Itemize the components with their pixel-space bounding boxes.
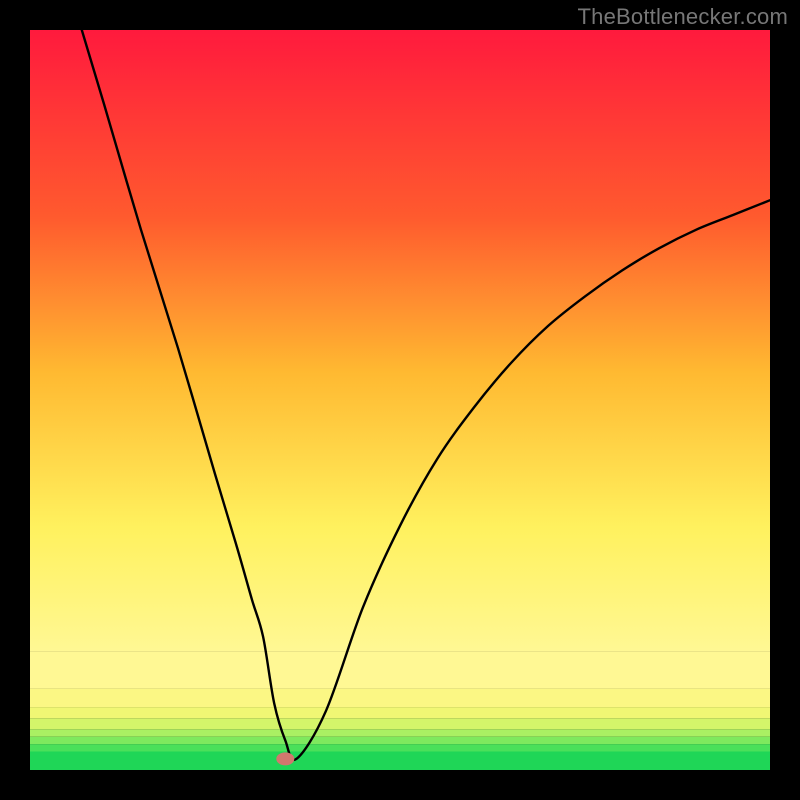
bg-band [30,652,770,689]
bg-band [30,718,770,729]
bg-band [30,729,770,736]
bg-band [30,707,770,718]
bg-band [30,744,770,751]
bg-band [30,737,770,744]
optimal-marker [276,752,294,765]
watermark-text: TheBottlenecker.com [578,4,788,30]
plot-area [30,30,770,770]
chart-frame: TheBottlenecker.com [0,0,800,800]
bg-band [30,752,770,771]
bg-band [30,689,770,708]
bg-gradient [30,30,770,652]
chart-svg [30,30,770,770]
